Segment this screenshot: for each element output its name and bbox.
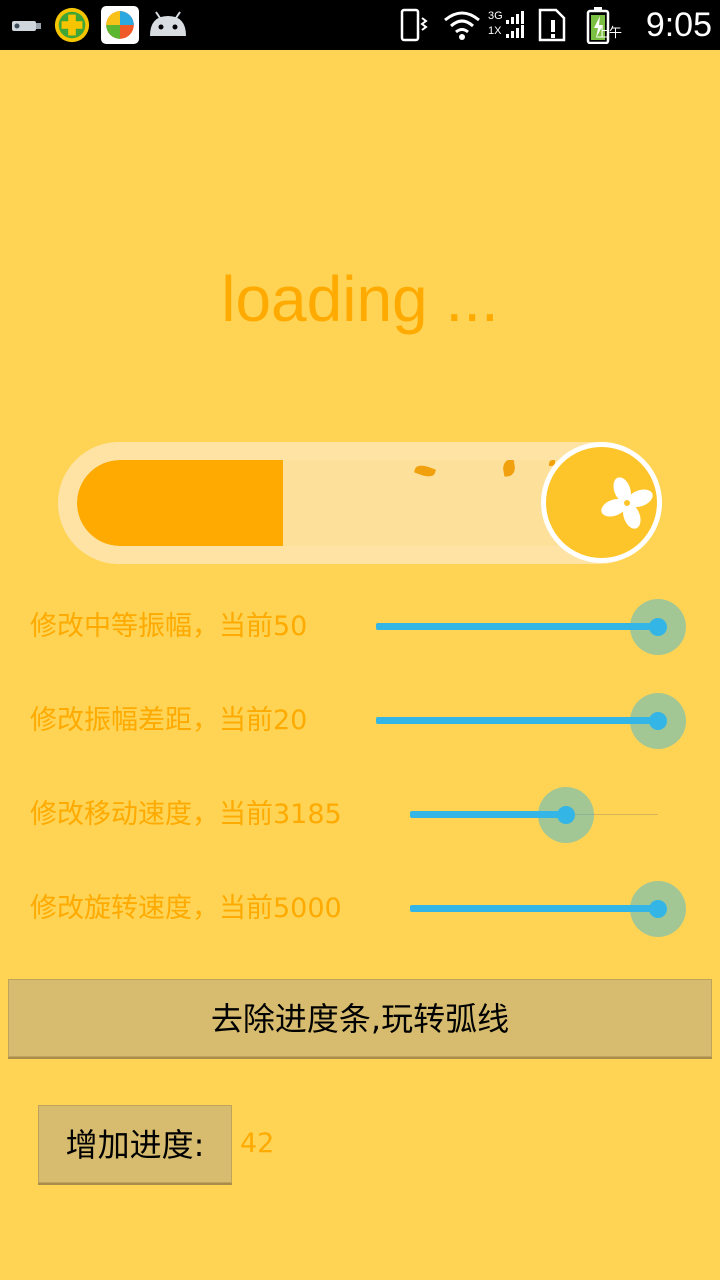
move-speed-slider[interactable]	[410, 785, 658, 845]
slider-label-move-speed: 修改移动速度，当前3185	[30, 799, 342, 830]
leaf-icon	[413, 462, 437, 480]
app-store-icon	[101, 6, 139, 44]
slider-thumb[interactable]	[557, 806, 575, 824]
clock-time: 9:05	[645, 6, 712, 44]
ampm-label: 上午	[595, 26, 622, 41]
progress-track	[77, 460, 617, 546]
leaf-icon	[501, 460, 517, 477]
app-plus-icon	[54, 7, 90, 43]
slider-thumb[interactable]	[649, 712, 667, 730]
slider-progress	[410, 905, 658, 912]
usb-icon	[12, 21, 41, 31]
signal-icon: 3G 1X	[488, 10, 530, 42]
android-icon	[150, 11, 186, 36]
slider-row-rotate-speed: 修改旋转速度，当前5000	[0, 879, 720, 939]
fan-icon	[601, 477, 653, 529]
slider-progress	[376, 717, 658, 724]
slider-label-rotate-speed: 修改旋转速度，当前5000	[30, 893, 342, 924]
progress-value: 42	[240, 1128, 275, 1159]
amplitude-slider[interactable]	[376, 597, 686, 657]
wifi-icon	[444, 11, 480, 40]
slider-row-move-speed: 修改移动速度，当前3185	[0, 785, 720, 845]
vibrate-icon	[400, 8, 428, 42]
progress-fill	[77, 460, 283, 546]
slider-row-amplitude: 修改中等振幅，当前50	[0, 597, 720, 657]
loading-title: loading ...	[221, 263, 499, 335]
slider-thumb[interactable]	[649, 618, 667, 636]
slider-label-amplitude-gap: 修改振幅差距，当前20	[30, 705, 308, 736]
slider-progress	[376, 623, 658, 630]
add-progress-button[interactable]: 增加进度:	[38, 1105, 232, 1183]
sim-alert-icon	[538, 8, 566, 42]
status-bar: 3G 1X 上午 9:05	[0, 0, 720, 50]
rotate-speed-slider[interactable]	[410, 879, 686, 939]
remove-progress-button[interactable]: 去除进度条,玩转弧线	[8, 979, 712, 1057]
amplitude-gap-slider[interactable]	[376, 691, 686, 751]
slider-thumb[interactable]	[649, 900, 667, 918]
slider-row-amplitude-gap: 修改振幅差距，当前20	[0, 691, 720, 751]
slider-label-amplitude: 修改中等振幅，当前50	[30, 611, 308, 642]
